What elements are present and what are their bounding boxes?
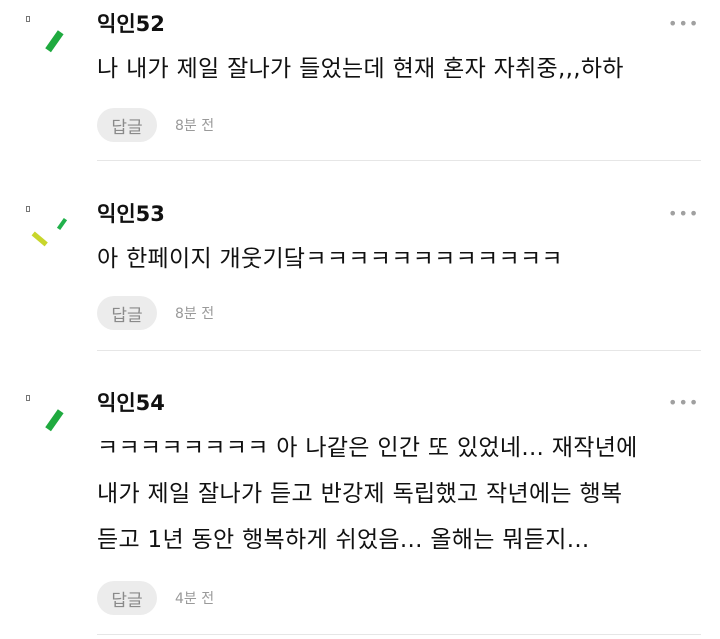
reply-button[interactable]: 답글 <box>97 296 157 330</box>
comment-author[interactable]: 익인53 <box>97 200 165 228</box>
more-options-icon[interactable]: ••• <box>668 395 699 411</box>
comment-line: 나 내가 제일 잘나가 들었는데 현재 혼자 자취중,,,하하 <box>97 56 624 82</box>
divider <box>97 634 701 635</box>
divider <box>97 350 701 351</box>
more-options-icon[interactable]: ••• <box>668 16 699 32</box>
comment-line: 아 한페이지 개웃기닼ㅋㅋㅋㅋㅋㅋㅋㅋㅋㅋㅋㅋ <box>97 246 563 272</box>
confetti-avatar-icon <box>22 389 78 449</box>
comment-time: 8분 전 <box>175 118 215 134</box>
divider <box>97 160 701 161</box>
comment-text: 나 내가 제일 잘나가 들었는데 현재 혼자 자취중,,,하하 <box>97 46 707 92</box>
more-options-icon[interactable]: ••• <box>668 206 699 222</box>
confetti-avatar-icon <box>22 10 78 70</box>
comment-time: 8분 전 <box>175 306 215 322</box>
comment-item: 익인53 ••• 아 한페이지 개웃기닼ㅋㅋㅋㅋㅋㅋㅋㅋㅋㅋㅋㅋ 답글 8분 전 <box>0 200 720 350</box>
comment-time: 4분 전 <box>175 591 215 607</box>
comment-author[interactable]: 익인54 <box>97 389 165 417</box>
comment-text: 아 한페이지 개웃기닼ㅋㅋㅋㅋㅋㅋㅋㅋㅋㅋㅋㅋ <box>97 236 707 282</box>
comment-line: 내가 제일 잘나가 듣고 반강제 독립했고 작년에는 행복 <box>97 481 623 507</box>
comment-item: 익인52 ••• 나 내가 제일 잘나가 들었는데 현재 혼자 자취중,,,하하… <box>0 10 720 160</box>
reply-button[interactable]: 답글 <box>97 108 157 142</box>
comment-author[interactable]: 익인52 <box>97 10 165 38</box>
confetti-avatar-icon <box>22 200 78 260</box>
comment-item: 익인54 ••• ㅋㅋㅋㅋㅋㅋㅋㅋ 아 나같은 인간 또 있었네... 재작년에… <box>0 389 720 639</box>
reply-button[interactable]: 답글 <box>97 581 157 615</box>
comment-text: ㅋㅋㅋㅋㅋㅋㅋㅋ 아 나같은 인간 또 있었네... 재작년에 내가 제일 잘나… <box>97 425 707 563</box>
comment-line: 듣고 1년 동안 행복하게 쉬었음... 올해는 뭐듣지... <box>97 527 590 553</box>
comment-line: ㅋㅋㅋㅋㅋㅋㅋㅋ 아 나같은 인간 또 있었네... 재작년에 <box>97 435 638 461</box>
